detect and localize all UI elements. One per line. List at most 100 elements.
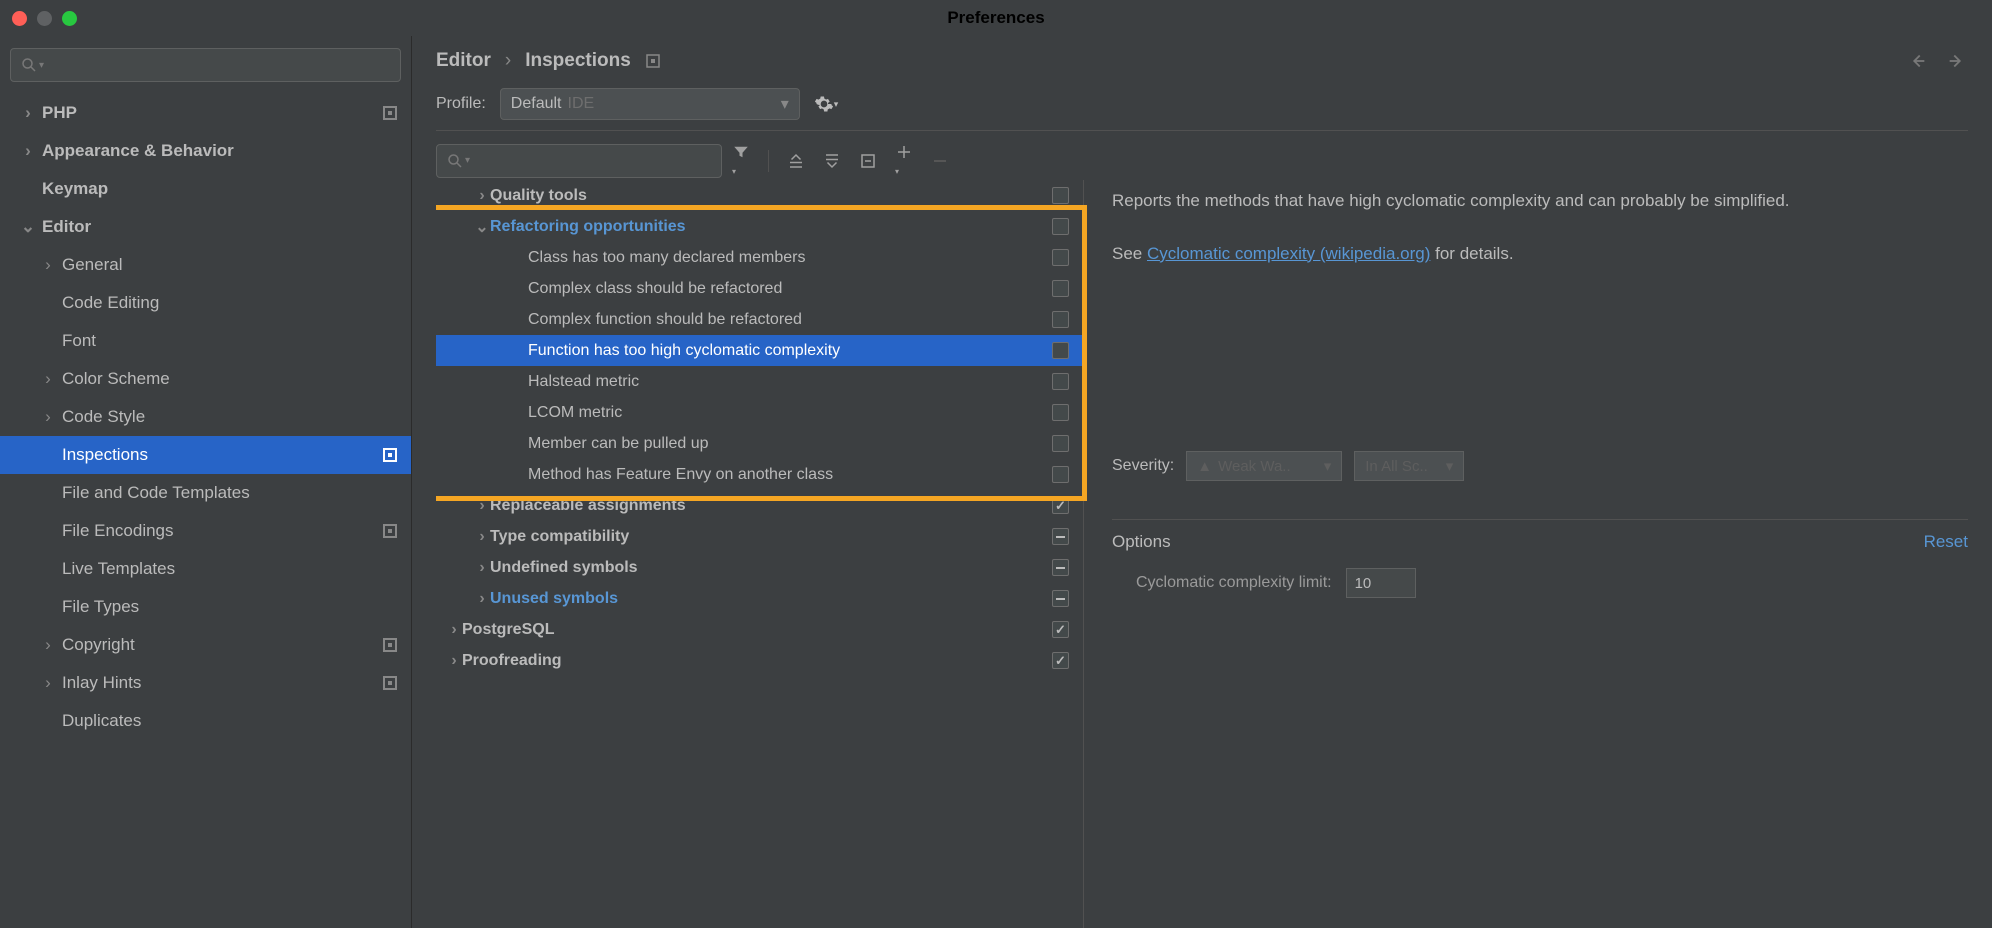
- inspections-search[interactable]: ▾: [436, 144, 722, 178]
- inspection-item-postgresql[interactable]: ›PostgreSQL: [436, 614, 1083, 645]
- sidebar-item-inspections[interactable]: Inspections: [0, 436, 411, 474]
- chevron-right-icon: ›: [474, 497, 490, 515]
- inspection-checkbox[interactable]: [1052, 311, 1069, 328]
- inspection-item-label: LCOM metric: [528, 404, 622, 422]
- sidebar-item-file-types[interactable]: File Types: [0, 588, 411, 626]
- cyclomatic-limit-label: Cyclomatic complexity limit:: [1136, 574, 1332, 592]
- scope-select[interactable]: In All Sc.. ▾: [1354, 451, 1464, 481]
- inspection-item-method-has-feature-envy-on-another-class[interactable]: Method has Feature Envy on another class: [436, 459, 1083, 490]
- breadcrumb-part-editor[interactable]: Editor: [436, 50, 491, 72]
- sidebar-item-label: Inlay Hints: [62, 673, 141, 693]
- sidebar-item-font[interactable]: Font: [0, 322, 411, 360]
- inspection-checkbox[interactable]: [1052, 621, 1069, 638]
- inspection-checkbox[interactable]: [1052, 280, 1069, 297]
- inspection-item-lcom-metric[interactable]: LCOM metric: [436, 397, 1083, 428]
- inspection-item-proofreading[interactable]: ›Proofreading: [436, 645, 1083, 676]
- chevron-down-icon: ⌄: [20, 217, 36, 237]
- inspection-item-quality-tools[interactable]: ›Quality tools: [436, 180, 1083, 211]
- sidebar-item-duplicates[interactable]: Duplicates: [0, 702, 411, 740]
- inspection-item-complex-function-should-be-refactored[interactable]: Complex function should be refactored: [436, 304, 1083, 335]
- inspection-item-member-can-be-pulled-up[interactable]: Member can be pulled up: [436, 428, 1083, 459]
- filter-button[interactable]: ▾: [732, 143, 750, 178]
- profile-name: Default: [511, 95, 562, 113]
- inspection-checkbox[interactable]: [1052, 218, 1069, 235]
- profile-settings-button[interactable]: ▾: [814, 94, 839, 114]
- inspection-item-label: Complex class should be refactored: [528, 280, 782, 298]
- inspection-item-label: Undefined symbols: [490, 559, 638, 577]
- sidebar-item-code-editing[interactable]: Code Editing: [0, 284, 411, 322]
- add-button[interactable]: ▾: [895, 143, 913, 178]
- sidebar-tree: ›PHP›Appearance & BehaviorKeymap⌄Editor›…: [0, 94, 411, 928]
- inspection-item-function-has-too-high-cyclomatic-complex[interactable]: Function has too high cyclomatic complex…: [436, 335, 1083, 366]
- close-window-button[interactable]: [12, 11, 27, 26]
- sidebar-item-appearance-behavior[interactable]: ›Appearance & Behavior: [0, 132, 411, 170]
- inspection-item-label: Method has Feature Envy on another class: [528, 466, 833, 484]
- inspection-checkbox[interactable]: [1052, 373, 1069, 390]
- sidebar-item-inlay-hints[interactable]: ›Inlay Hints: [0, 664, 411, 702]
- sidebar-item-code-style[interactable]: ›Code Style: [0, 398, 411, 436]
- chevron-right-icon: ›: [20, 103, 36, 123]
- reset-link[interactable]: Reset: [1924, 532, 1968, 552]
- remove-button[interactable]: [931, 152, 949, 170]
- options-label: Options: [1112, 532, 1171, 552]
- sidebar-item-general[interactable]: ›General: [0, 246, 411, 284]
- sidebar-item-label: File Encodings: [62, 521, 174, 541]
- sidebar-item-label: File Types: [62, 597, 139, 617]
- sidebar-item-copyright[interactable]: ›Copyright: [0, 626, 411, 664]
- inspection-item-unused-symbols[interactable]: ›Unused symbols: [436, 583, 1083, 614]
- inspection-item-undefined-symbols[interactable]: ›Undefined symbols: [436, 552, 1083, 583]
- dropdown-caret-icon: ▾: [1446, 457, 1454, 475]
- inspection-item-refactoring-opportunities[interactable]: ⌄Refactoring opportunities: [436, 211, 1083, 242]
- inspection-checkbox[interactable]: [1052, 187, 1069, 204]
- sidebar-search[interactable]: ▾: [10, 48, 401, 82]
- inspection-item-label: Member can be pulled up: [528, 435, 709, 453]
- sidebar-item-file-and-code-templates[interactable]: File and Code Templates: [0, 474, 411, 512]
- inspection-item-complex-class-should-be-refactored[interactable]: Complex class should be refactored: [436, 273, 1083, 304]
- inspection-checkbox[interactable]: [1052, 559, 1069, 576]
- minimize-window-button[interactable]: [37, 11, 52, 26]
- nav-forward-button[interactable]: [1946, 50, 1968, 72]
- profile-row: Profile: Default IDE ▾ ▾: [436, 88, 1968, 131]
- expand-all-button[interactable]: [787, 152, 805, 170]
- sidebar-item-keymap[interactable]: Keymap: [0, 170, 411, 208]
- inspection-item-label: Proofreading: [462, 652, 562, 670]
- sidebar-item-color-scheme[interactable]: ›Color Scheme: [0, 360, 411, 398]
- inspection-item-replaceable-assignments[interactable]: ›Replaceable assignments: [436, 490, 1083, 521]
- inspection-checkbox[interactable]: [1052, 404, 1069, 421]
- inspection-item-halstead-metric[interactable]: Halstead metric: [436, 366, 1083, 397]
- sidebar-item-live-templates[interactable]: Live Templates: [0, 550, 411, 588]
- chevron-right-icon: ›: [474, 528, 490, 546]
- collapse-all-button[interactable]: [823, 152, 841, 170]
- maximize-window-button[interactable]: [62, 11, 77, 26]
- sidebar-item-file-encodings[interactable]: File Encodings: [0, 512, 411, 550]
- cyclomatic-limit-input[interactable]: [1346, 568, 1416, 598]
- sidebar-item-label: Appearance & Behavior: [42, 141, 234, 161]
- severity-select[interactable]: ▲ Weak Wa.. ▾: [1186, 451, 1342, 481]
- sidebar-item-php[interactable]: › PHP: [0, 94, 411, 132]
- cyclomatic-limit-row: Cyclomatic complexity limit:: [1112, 568, 1968, 598]
- inspection-checkbox[interactable]: [1052, 652, 1069, 669]
- inspection-item-class-has-too-many-declared-members[interactable]: Class has too many declared members: [436, 242, 1083, 273]
- profile-select[interactable]: Default IDE ▾: [500, 88, 800, 120]
- inspections-tree-panel: ›Quality tools⌄Refactoring opportunities…: [436, 180, 1084, 928]
- chevron-right-icon: ›: [40, 369, 56, 389]
- reset-to-empty-button[interactable]: [859, 152, 877, 170]
- inspection-checkbox[interactable]: [1052, 342, 1069, 359]
- inspection-checkbox[interactable]: [1052, 497, 1069, 514]
- sidebar-item-label: PHP: [42, 103, 77, 123]
- nav-back-button[interactable]: [1906, 50, 1928, 72]
- chevron-right-icon: ›: [474, 590, 490, 608]
- sidebar-item-editor[interactable]: ⌄Editor: [0, 208, 411, 246]
- chevron-right-icon: ›: [446, 652, 462, 670]
- severity-value: Weak Wa..: [1218, 458, 1291, 475]
- inspection-item-label: Type compatibility: [490, 528, 629, 546]
- search-icon: [21, 57, 37, 73]
- cyclomatic-complexity-link[interactable]: Cyclomatic complexity (wikipedia.org): [1147, 244, 1430, 263]
- search-caret-icon: ▾: [39, 60, 44, 71]
- inspection-checkbox[interactable]: [1052, 528, 1069, 545]
- inspection-checkbox[interactable]: [1052, 249, 1069, 266]
- inspection-checkbox[interactable]: [1052, 466, 1069, 483]
- inspection-item-type-compatibility[interactable]: ›Type compatibility: [436, 521, 1083, 552]
- inspection-checkbox[interactable]: [1052, 435, 1069, 452]
- inspection-checkbox[interactable]: [1052, 590, 1069, 607]
